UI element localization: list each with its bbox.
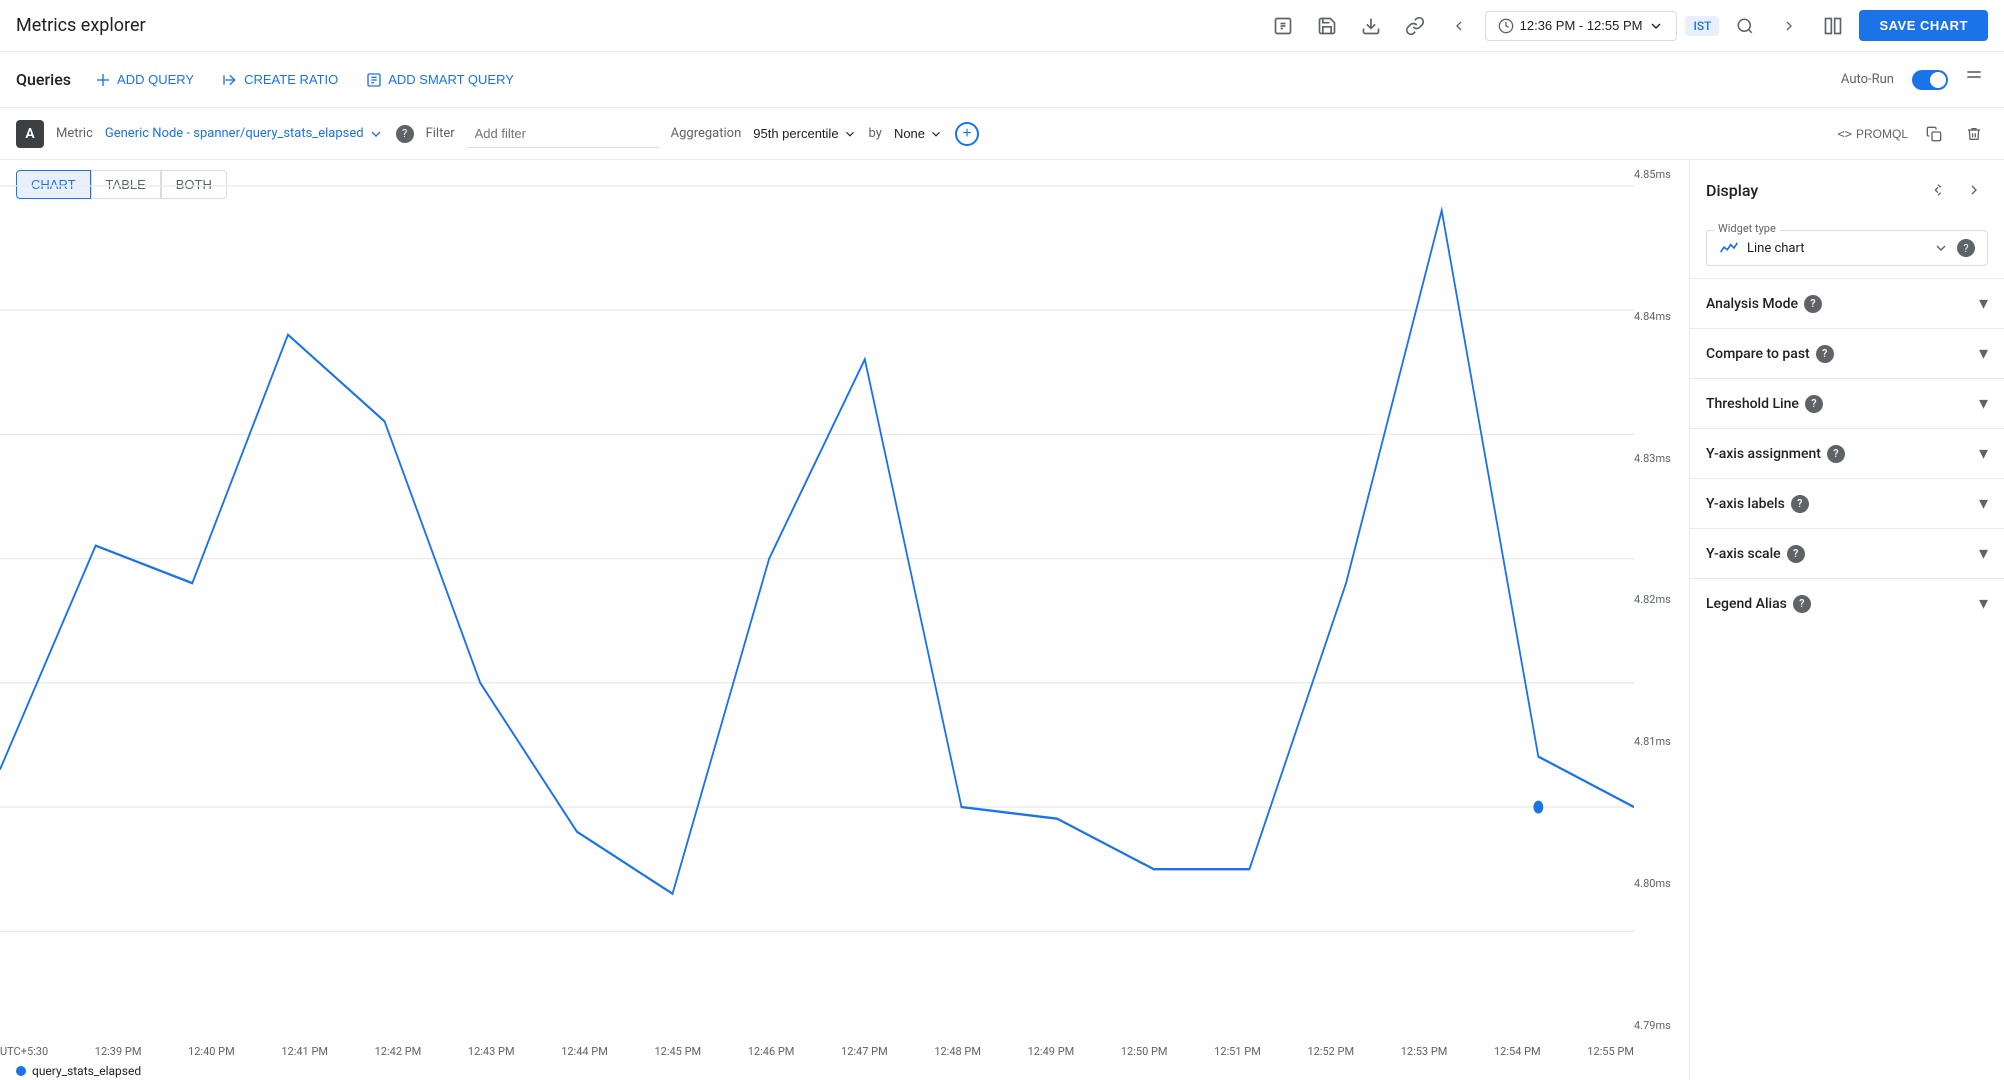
chart-svg-container (0, 160, 1634, 1040)
query-row: A Metric Generic Node - spanner/query_st… (0, 108, 2004, 160)
link-icon[interactable] (1397, 8, 1433, 44)
threshold-line-chevron: ▾ (1979, 393, 1988, 414)
search-icon[interactable] (1727, 8, 1763, 44)
download-icon[interactable] (1353, 8, 1389, 44)
x-axis-labels: UTC+5:30 12:39 PM 12:40 PM 12:41 PM 12:4… (0, 1045, 1634, 1058)
metric-help-icon[interactable]: ? (396, 125, 414, 143)
copy-query-button[interactable] (1920, 120, 1948, 148)
header-icons: 12:36 PM - 12:55 PM IST SAVE CHART (1265, 8, 1988, 44)
widget-type-label: Widget type (1714, 222, 1780, 235)
app-title: Metrics explorer (16, 15, 1265, 36)
widget-type-value: Line chart (1747, 241, 1925, 256)
add-filter-button[interactable]: + (955, 122, 979, 146)
chart-area: CHART TABLE BOTH 4.85ms 4.84ms 4.83ms 4.… (0, 160, 1689, 1080)
create-ratio-button[interactable]: CREATE RATIO (214, 66, 346, 94)
compare-to-past-chevron: ▾ (1979, 343, 1988, 364)
y-label-4: 4.82ms (1634, 593, 1681, 606)
auto-run-toggle[interactable] (1912, 70, 1948, 90)
display-action-icons (1924, 176, 1988, 204)
save-icon[interactable] (1309, 8, 1345, 44)
save-chart-button[interactable]: SAVE CHART (1859, 10, 1988, 41)
export-icon[interactable] (1265, 8, 1301, 44)
y-axis-labels-help-icon[interactable]: ? (1791, 495, 1809, 513)
metric-text: Metric (56, 126, 93, 141)
next-icon[interactable] (1771, 8, 1807, 44)
accordion-y-axis-assignment[interactable]: Y-axis assignment ? ▾ (1690, 428, 2004, 478)
analysis-mode-chevron: ▾ (1979, 293, 1988, 314)
y-label-5: 4.81ms (1634, 735, 1681, 748)
comparison-icon[interactable] (1815, 8, 1851, 44)
query-label: A (16, 120, 44, 148)
y-axis-labels: 4.85ms 4.84ms 4.83ms 4.82ms 4.81ms 4.80m… (1634, 160, 1689, 1040)
right-panel: Display Widget type (1689, 160, 2004, 1080)
collapse-button[interactable] (1960, 63, 1988, 96)
add-query-button[interactable]: ADD QUERY (87, 66, 202, 94)
accordion-y-axis-labels[interactable]: Y-axis labels ? ▾ (1690, 478, 2004, 528)
accordion-threshold-line[interactable]: Threshold Line ? ▾ (1690, 378, 2004, 428)
add-smart-query-button[interactable]: ADD SMART QUERY (358, 66, 522, 94)
timezone-badge: IST (1685, 16, 1719, 36)
time-range-value: 12:36 PM - 12:55 PM (1520, 18, 1643, 33)
display-header: Display (1690, 160, 2004, 212)
accordion-y-axis-scale[interactable]: Y-axis scale ? ▾ (1690, 528, 2004, 578)
compare-to-past-help-icon[interactable]: ? (1816, 345, 1834, 363)
metric-selector[interactable]: Generic Node - spanner/query_stats_elaps… (105, 126, 384, 142)
aggregation-text: Aggregation (671, 126, 742, 141)
y-label-1: 4.85ms (1634, 168, 1681, 181)
queries-bar: Queries ADD QUERY CREATE RATIO ADD SMART… (0, 52, 2004, 108)
filter-text: Filter (426, 126, 455, 141)
delete-query-button[interactable] (1960, 120, 1988, 148)
main-content: CHART TABLE BOTH 4.85ms 4.84ms 4.83ms 4.… (0, 160, 2004, 1080)
widget-type-selector[interactable]: Line chart ? (1706, 230, 1988, 266)
accordion-compare-to-past[interactable]: Compare to past ? ▾ (1690, 328, 2004, 378)
y-axis-scale-chevron: ▾ (1979, 543, 1988, 564)
display-close-icon[interactable] (1960, 176, 1988, 204)
prev-icon[interactable] (1441, 8, 1477, 44)
queries-label: Queries (16, 70, 71, 89)
y-axis-labels-chevron: ▾ (1979, 493, 1988, 514)
filter-input[interactable] (471, 122, 655, 145)
y-axis-scale-help-icon[interactable]: ? (1787, 545, 1805, 563)
aggregation-selector[interactable]: 95th percentile (753, 126, 856, 141)
promql-button[interactable]: <> PROMQL (1838, 127, 1908, 141)
widget-type-section: Widget type Line chart ? (1690, 212, 2004, 278)
legend-alias-help-icon[interactable]: ? (1793, 595, 1811, 613)
y-label-2: 4.84ms (1634, 310, 1681, 323)
legend-dot (16, 1066, 26, 1076)
legend-label: query_stats_elapsed (32, 1064, 141, 1078)
display-title: Display (1706, 181, 1758, 200)
threshold-line-help-icon[interactable]: ? (1805, 395, 1823, 413)
accordion-legend-alias[interactable]: Legend Alias ? ▾ (1690, 578, 2004, 628)
header: Metrics explorer 12:36 PM - 12 (0, 0, 2004, 52)
y-label-6: 4.80ms (1634, 877, 1681, 890)
display-sort-icon[interactable] (1924, 176, 1952, 204)
none-selector[interactable]: None (894, 126, 943, 141)
accordion-analysis-mode[interactable]: Analysis Mode ? ▾ (1690, 278, 2004, 328)
time-range-selector[interactable]: 12:36 PM - 12:55 PM (1485, 11, 1678, 41)
y-axis-assignment-chevron: ▾ (1979, 443, 1988, 464)
analysis-mode-help-icon[interactable]: ? (1804, 295, 1822, 313)
y-axis-assignment-help-icon[interactable]: ? (1827, 445, 1845, 463)
chart-legend: query_stats_elapsed (16, 1064, 141, 1078)
y-label-3: 4.83ms (1634, 452, 1681, 465)
legend-alias-chevron: ▾ (1979, 593, 1988, 614)
by-label: by (869, 126, 882, 141)
auto-run-label: Auto-Run (1841, 72, 1894, 87)
widget-type-help-icon[interactable]: ? (1957, 239, 1975, 257)
filter-box (467, 120, 659, 148)
y-label-7: 4.79ms (1634, 1019, 1681, 1032)
